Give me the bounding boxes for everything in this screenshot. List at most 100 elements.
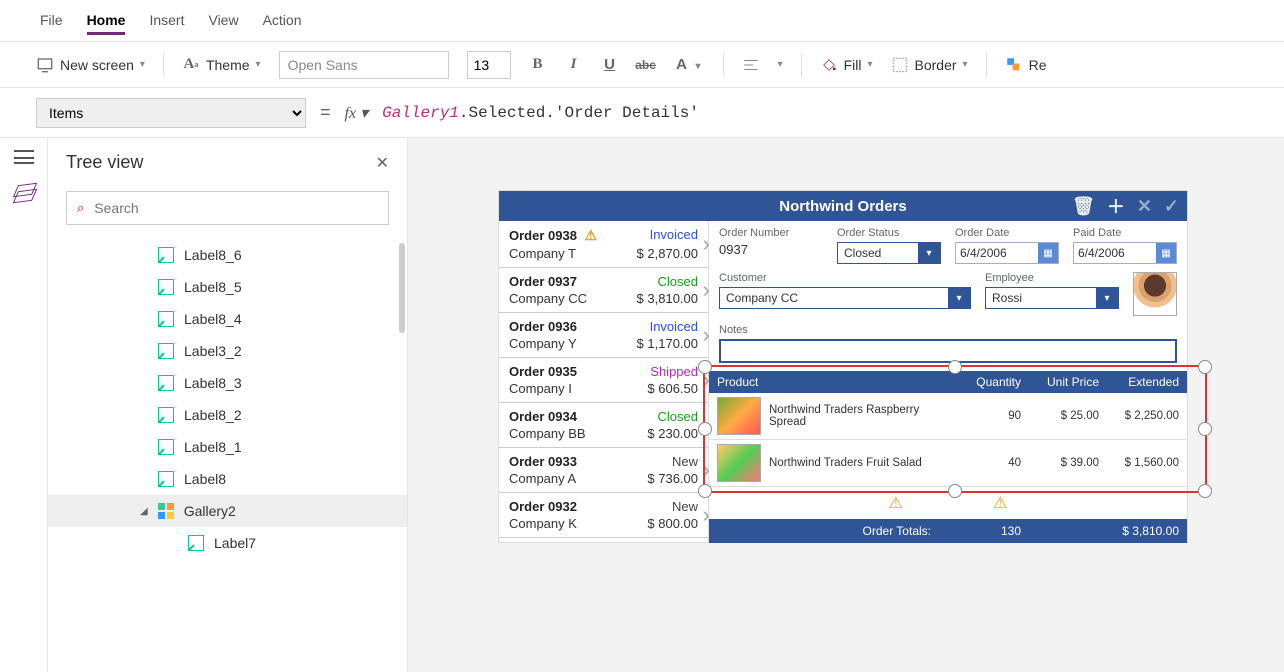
tree-item-Label8_6[interactable]: Label8_6 (48, 239, 407, 271)
line-items-header: Product Quantity Unit Price Extended (709, 371, 1187, 393)
order-row[interactable]: Order 0932NewCompany K$ 800.00› (499, 493, 708, 538)
font-name-input[interactable] (279, 51, 449, 79)
chevron-down-icon: ▾ (140, 59, 145, 70)
border-label: Border (915, 57, 957, 73)
tree-item-Label8[interactable]: Label8 (48, 463, 407, 495)
employee-select[interactable]: Rossi▾ (985, 287, 1119, 309)
label-control-icon (158, 471, 174, 487)
scrollbar-thumb[interactable] (399, 243, 405, 333)
fill-button[interactable]: Fill ▾ (820, 56, 873, 74)
product-thumbnail (717, 397, 761, 435)
formula-input[interactable]: Gallery1.Selected.'Order Details' (382, 104, 699, 122)
tree-item-Label8_4[interactable]: Label8_4 (48, 303, 407, 335)
strikethrough-icon[interactable]: abc (637, 56, 655, 74)
chevron-down-icon: ▾ (256, 59, 261, 70)
fx-icon[interactable]: fx ▾ (345, 103, 369, 123)
order-row[interactable]: Order 0934ClosedCompany BB$ 230.00› (499, 403, 708, 448)
gallery-icon (158, 503, 174, 519)
order-status-select[interactable]: Closed▾ (837, 242, 941, 264)
label-order-date: Order Date (955, 227, 1059, 239)
warning-icon: ⚠ (889, 493, 903, 513)
design-canvas[interactable]: Northwind Orders 🗑 ＋ ✕ ✓ Order 0938 ⚠Inv… (408, 138, 1284, 672)
ribbon-toolbar: New screen ▾ Aa Theme ▾ B I U abc A▾ ▾ F… (0, 42, 1284, 88)
tab-file[interactable]: File (40, 8, 63, 35)
label-control-icon (158, 407, 174, 423)
fill-icon (820, 56, 838, 74)
tree-item-Label3_2[interactable]: Label3_2 (48, 335, 407, 367)
reorder-icon (1005, 56, 1023, 74)
reorder-button[interactable]: Re (1005, 56, 1047, 74)
warning-row: ⚠⚠ (719, 487, 1177, 519)
theme-icon: Aa (182, 56, 200, 74)
search-input[interactable] (94, 200, 378, 216)
tab-insert[interactable]: Insert (149, 8, 184, 35)
hamburger-icon[interactable] (14, 150, 34, 164)
tree-item-Label8_2[interactable]: Label8_2 (48, 399, 407, 431)
label-paid-date: Paid Date (1073, 227, 1177, 239)
label-control-icon (158, 311, 174, 327)
tab-view[interactable]: View (208, 8, 238, 35)
tree-title: Tree view (66, 152, 143, 173)
tree-item-Label8_3[interactable]: Label8_3 (48, 367, 407, 399)
tree-item-Label8_1[interactable]: Label8_1 (48, 431, 407, 463)
label-control-icon (188, 535, 204, 551)
tree-item-Label7[interactable]: Label7 (48, 527, 407, 559)
theme-button[interactable]: Aa Theme ▾ (182, 56, 261, 74)
label-customer: Customer (719, 272, 971, 284)
paid-date-input[interactable]: 6/4/2006▦ (1073, 242, 1177, 264)
property-select[interactable]: Items (36, 98, 306, 128)
tree-item-Label8_5[interactable]: Label8_5 (48, 271, 407, 303)
line-item[interactable]: Northwind Traders Raspberry Spread90$ 25… (709, 393, 1187, 440)
tree-item-label: Label8_1 (184, 439, 242, 455)
tree-item-label: Label8_5 (184, 279, 242, 295)
customer-select[interactable]: Company CC▾ (719, 287, 971, 309)
left-rail (0, 138, 48, 672)
tree-item-label: Label8_2 (184, 407, 242, 423)
new-screen-button[interactable]: New screen ▾ (36, 56, 145, 74)
font-color-icon[interactable]: A▾ (673, 56, 691, 74)
tree-view-icon[interactable] (14, 184, 34, 202)
order-row[interactable]: Order 0933NewCompany A$ 736.00› (499, 448, 708, 493)
line-items-gallery[interactable]: Northwind Traders Raspberry Spread90$ 25… (709, 393, 1187, 487)
cancel-icon[interactable]: ✕ (1137, 196, 1152, 217)
search-icon: ⌕ (77, 200, 84, 216)
check-icon[interactable]: ✓ (1164, 196, 1179, 217)
bold-icon[interactable]: B (529, 56, 547, 74)
orders-list: Order 0938 ⚠InvoicedCompany T$ 2,870.00›… (499, 221, 709, 542)
tree-item-label: Label3_2 (184, 343, 242, 359)
border-icon (891, 56, 909, 74)
order-date-input[interactable]: 6/4/2006▦ (955, 242, 1059, 264)
tree-item-label: Gallery2 (184, 503, 236, 519)
warning-icon: ⚠ (993, 493, 1007, 513)
tree-search[interactable]: ⌕ (66, 191, 389, 225)
warning-icon: ⚠ (585, 227, 598, 243)
tree-item-label: Label8 (184, 471, 226, 487)
tree-item-Gallery2[interactable]: ◢Gallery2 (48, 495, 407, 527)
border-button[interactable]: Border ▾ (891, 56, 968, 74)
chevron-down-icon: ▾ (918, 243, 940, 263)
label-notes: Notes (719, 324, 1177, 336)
app-title-text: Northwind Orders (779, 198, 907, 215)
close-icon[interactable]: ✕ (376, 153, 389, 173)
plus-icon[interactable]: ＋ (1107, 193, 1125, 219)
tree-item-label: Label8_4 (184, 311, 242, 327)
font-size-input[interactable] (467, 51, 511, 79)
order-row[interactable]: Order 0936InvoicedCompany Y$ 1,170.00› (499, 313, 708, 358)
order-number-value: 0937 (719, 242, 823, 257)
product-thumbnail (717, 444, 761, 482)
order-row[interactable]: Order 0937ClosedCompany CC$ 3,810.00› (499, 268, 708, 313)
align-icon[interactable] (742, 56, 760, 74)
tab-home[interactable]: Home (87, 8, 126, 35)
label-control-icon (158, 439, 174, 455)
notes-input[interactable] (719, 339, 1177, 363)
calendar-icon: ▦ (1038, 243, 1058, 263)
order-row[interactable]: Order 0938 ⚠InvoicedCompany T$ 2,870.00› (499, 221, 708, 268)
italic-icon[interactable]: I (565, 56, 583, 74)
employee-avatar (1133, 272, 1177, 316)
label-employee: Employee (985, 272, 1119, 284)
underline-icon[interactable]: U (601, 56, 619, 74)
trash-icon[interactable]: 🗑 (1072, 196, 1095, 217)
tab-action[interactable]: Action (263, 8, 302, 35)
line-item[interactable]: Northwind Traders Fruit Salad40$ 39.00$ … (709, 440, 1187, 487)
order-row[interactable]: Order 0935ShippedCompany I$ 606.50› (499, 358, 708, 403)
